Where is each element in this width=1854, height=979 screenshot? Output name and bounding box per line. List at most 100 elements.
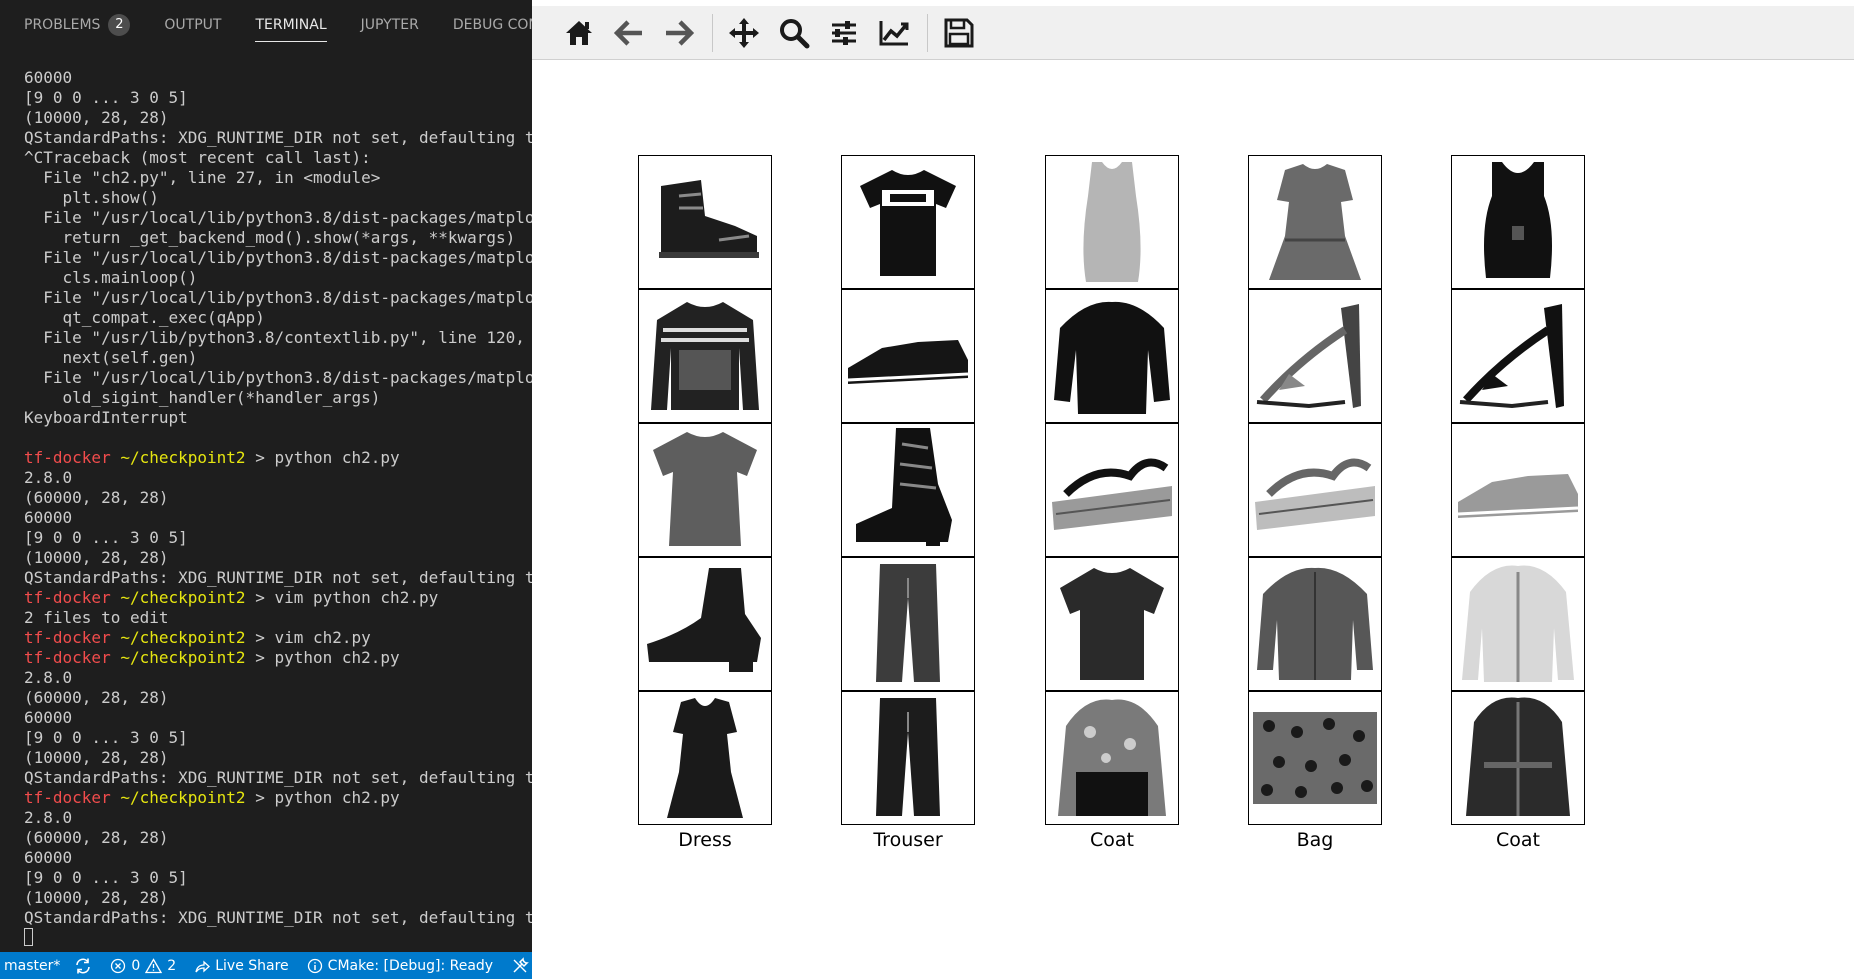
terminal-line: (10000, 28, 28) bbox=[24, 108, 169, 127]
save-icon bbox=[944, 18, 974, 47]
configure-subplots-icon bbox=[832, 20, 856, 45]
terminal-line: (10000, 28, 28) bbox=[24, 548, 169, 567]
subplot-image bbox=[841, 289, 975, 423]
home-button[interactable] bbox=[558, 12, 600, 54]
subplot-cell: Pullover bbox=[638, 289, 772, 449]
warning-count: 2 bbox=[167, 957, 177, 974]
terminal-prompt-cursor bbox=[24, 928, 532, 948]
tab-problems[interactable]: PROBLEMS 2 bbox=[24, 0, 131, 50]
subplot-label: Coat bbox=[1090, 829, 1134, 851]
back-button[interactable] bbox=[608, 12, 650, 54]
edit-axes-button[interactable] bbox=[873, 12, 915, 54]
pan-button[interactable] bbox=[723, 12, 765, 54]
tab-jupyter-label: JUPYTER bbox=[360, 17, 419, 33]
subplot-image bbox=[1248, 289, 1382, 423]
prompt-user: tf-docker bbox=[24, 788, 111, 807]
subplot-cell: T-shirt/top bbox=[1045, 557, 1179, 717]
prompt-command: > python ch2.py bbox=[245, 788, 400, 807]
terminal-line: qt_compat._exec(qApp) bbox=[24, 308, 265, 327]
tab-debug-console-label: DEBUG CONSOLE bbox=[452, 17, 532, 33]
matplotlib-toolbar bbox=[532, 6, 1854, 60]
live-share-label: Live Share bbox=[215, 957, 289, 974]
back-icon bbox=[614, 19, 642, 46]
terminal-line: ^CTraceback (most recent call last): bbox=[24, 148, 371, 167]
prompt-command: > python ch2.py bbox=[245, 448, 400, 467]
home-icon bbox=[566, 20, 592, 45]
subplot-image bbox=[1045, 557, 1179, 691]
terminal-line: cls.mainloop() bbox=[24, 268, 198, 287]
tools-button[interactable] bbox=[511, 956, 529, 975]
pan-icon bbox=[729, 17, 759, 48]
terminal-prompt-line: tf-docker ~/checkpoint2 > vim python ch2… bbox=[24, 588, 532, 608]
subplot-image bbox=[841, 423, 975, 557]
terminal-line: File "/usr/local/lib/python3.8/dist-pack… bbox=[24, 208, 532, 227]
edit-axes-icon bbox=[879, 20, 909, 45]
problems-indicator[interactable]: 0 2 bbox=[110, 958, 176, 974]
cmake-label: CMake: [Debug]: Ready bbox=[327, 957, 494, 974]
tab-jupyter[interactable]: JUPYTER bbox=[361, 0, 419, 50]
terminal-line: File "/usr/local/lib/python3.8/dist-pack… bbox=[24, 248, 532, 267]
tools-icon bbox=[513, 956, 529, 973]
subplot-image bbox=[1248, 557, 1382, 691]
subplot-cell: Trouser bbox=[841, 557, 975, 717]
status-bar: master* 0 2 Live Share CMake: [Debug]: R… bbox=[0, 952, 532, 979]
tab-output[interactable]: OUTPUT bbox=[164, 0, 221, 50]
subplot-cell: Sandal bbox=[1248, 289, 1382, 449]
panel-tab-bar: PROBLEMS 2 OUTPUT TERMINAL JUPYTER DEBUG… bbox=[0, 0, 532, 50]
terminal-line: (10000, 28, 28) bbox=[24, 888, 169, 907]
toolbar-separator bbox=[712, 13, 713, 52]
subplot-cell: T-shirt/top bbox=[638, 423, 772, 583]
terminal-line: 60000 bbox=[24, 508, 73, 527]
tab-problems-label: PROBLEMS bbox=[24, 17, 101, 33]
terminal-line: [9 0 0 ... 3 0 5] bbox=[24, 528, 188, 547]
tab-output-label: OUTPUT bbox=[164, 17, 222, 33]
live-share-button[interactable]: Live Share bbox=[194, 957, 289, 974]
subplot-image bbox=[638, 289, 772, 423]
terminal-line: [9 0 0 ... 3 0 5] bbox=[24, 88, 188, 107]
subplot-cell: Pullover bbox=[1045, 289, 1179, 449]
subplot-cell: Sneaker bbox=[1451, 423, 1585, 583]
terminal-line: return _get_backend_mod().show(*args, **… bbox=[24, 228, 516, 247]
branch-label: master* bbox=[4, 957, 61, 974]
subplot-label: Bag bbox=[1296, 829, 1334, 851]
error-count: 0 bbox=[131, 957, 141, 974]
terminal-line: File "/usr/lib/python3.8/contextlib.py",… bbox=[24, 328, 532, 347]
terminal-line: [9 0 0 ... 3 0 5] bbox=[24, 868, 188, 887]
subplot-cell: T-shirt/top bbox=[841, 155, 975, 315]
forward-icon bbox=[666, 19, 694, 46]
terminal-output[interactable]: 60000 [9 0 0 ... 3 0 5] (10000, 28, 28) QSt… bbox=[24, 68, 532, 948]
subplot-cell: Bag bbox=[1248, 691, 1382, 851]
subplot-label: Trouser bbox=[873, 829, 943, 851]
subplot-image bbox=[1045, 289, 1179, 423]
subplot-image bbox=[1045, 691, 1179, 825]
prompt-path: ~/checkpoint2 bbox=[110, 588, 246, 607]
live-share-icon bbox=[195, 960, 211, 972]
terminal-line: plt.show() bbox=[24, 188, 159, 207]
terminal-line: old_sigint_handler(*handler_args) bbox=[24, 388, 381, 407]
zoom-button[interactable] bbox=[773, 12, 815, 54]
problems-count-badge: 2 bbox=[108, 14, 131, 36]
figure-canvas[interactable]: Ankle bootT-shirt/topT-shirt/topDressT-s… bbox=[532, 60, 1854, 979]
configure-subplots-button[interactable] bbox=[823, 12, 865, 54]
prompt-user: tf-docker bbox=[24, 628, 111, 647]
subplot-label: Coat bbox=[1496, 829, 1540, 851]
prompt-user: tf-docker bbox=[24, 648, 111, 667]
cmake-status[interactable]: CMake: [Debug]: Ready bbox=[307, 958, 493, 974]
tab-terminal[interactable]: TERMINAL bbox=[255, 0, 327, 50]
error-icon bbox=[111, 958, 126, 973]
forward-button[interactable] bbox=[658, 12, 700, 54]
terminal-line: 60000 bbox=[24, 68, 73, 87]
terminal-line: [9 0 0 ... 3 0 5] bbox=[24, 728, 188, 747]
sync-button[interactable] bbox=[74, 957, 92, 975]
tab-debug-console[interactable]: DEBUG CONSOLE bbox=[453, 0, 532, 50]
subplot-image bbox=[841, 557, 975, 691]
subplot-cell: Sandal bbox=[1248, 423, 1382, 583]
save-button[interactable] bbox=[938, 12, 980, 54]
prompt-command: > vim ch2.py bbox=[245, 628, 371, 647]
subplot-cell: T-shirt/top bbox=[1451, 155, 1585, 315]
subplot-image bbox=[638, 155, 772, 289]
subplot-cell: Sandal bbox=[1045, 423, 1179, 583]
branch-indicator[interactable]: master* bbox=[4, 958, 60, 974]
subplot-image bbox=[1248, 155, 1382, 289]
